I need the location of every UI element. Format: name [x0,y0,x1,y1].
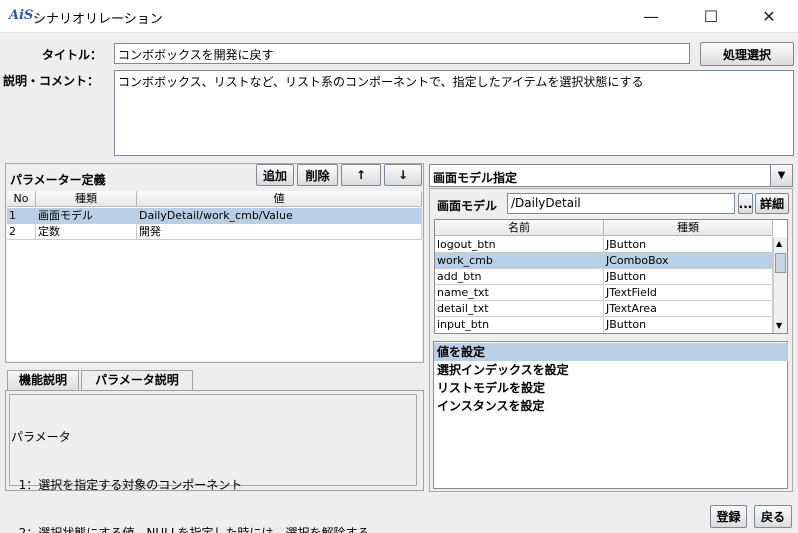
cell-kind: 画面モデル [36,208,137,224]
register-button[interactable]: 登録 [710,505,747,528]
close-icon[interactable]: ✕ [746,0,792,33]
list-item[interactable]: 値を設定 [434,343,788,361]
comment-textarea[interactable]: コンボボックス、リストなど、リスト系のコンポーネントで、指定したアイテムを選択状… [114,70,794,156]
description-line: パラメータ [11,430,71,444]
table-row[interactable]: 1 画面モデル DailyDetail/work_cmb/Value [7,208,422,224]
minimize-icon[interactable]: — [628,0,674,33]
detail-button[interactable]: 詳細 [755,193,789,214]
table-row[interactable]: detail_txt JTextArea [435,301,773,317]
app-logo: AiS [9,8,34,23]
parameter-heading: パラメーター定義 [10,173,106,187]
tab-parameter-description[interactable]: パラメータ説明 [81,370,193,391]
delete-button[interactable]: 削除 [297,164,338,186]
scroll-thumb[interactable] [775,253,786,273]
back-button[interactable]: 戻る [754,505,792,528]
cell-kind: 定数 [36,224,137,240]
cell-value: 開発 [137,224,422,240]
table-row[interactable]: logout_btn JButton [435,237,773,253]
table-row[interactable]: work_cmb JComboBox [435,253,773,269]
column-header-name[interactable]: 名前 [435,220,604,236]
parameter-table: No 種類 値 1 画面モデル DailyDetail/work_cmb/Val… [7,191,422,361]
action-list: 値を設定 選択インデックスを設定 リストモデルを設定 インスタンスを設定 [433,341,788,489]
cell-no: 1 [7,208,36,224]
cell-name: add_btn [435,269,604,285]
move-up-button[interactable]: ↑ [341,164,381,186]
list-item[interactable]: 選択インデックスを設定 [434,361,788,379]
table-row[interactable]: name_txt JTextField [435,285,773,301]
column-header-no[interactable]: No [7,191,36,207]
cell-no: 2 [7,224,36,240]
model-label: 画面モデル [437,199,498,213]
cell-value: DailyDetail/work_cmb/Value [137,208,422,224]
chevron-down-icon[interactable]: ▼ [770,165,792,186]
column-header-type[interactable]: 種類 [604,220,773,236]
move-down-button[interactable]: ↓ [384,164,422,186]
tab-function-description[interactable]: 機能説明 [7,370,79,390]
comment-label: 説明・コメント： [3,74,100,88]
table-row[interactable]: 2 定数 開発 [7,224,422,240]
cell-name: detail_txt [435,301,604,317]
window-title: シナリオリレーション [33,12,163,27]
maximize-icon[interactable]: ☐ [688,0,734,33]
scroll-up-icon[interactable]: ▲ [776,239,782,248]
cell-name: work_cmb [435,253,604,269]
cell-type: JTextField [604,285,773,301]
model-type-dropdown[interactable]: 画面モデル指定 ▼ [429,164,793,187]
model-type-value: 画面モデル指定 [433,171,518,185]
table-row[interactable]: input_btn JButton [435,317,773,333]
cell-name: input_btn [435,317,604,333]
scroll-down-icon[interactable]: ▼ [776,321,782,330]
description-text: パラメータ 1：選択を指定する対象のコンポーネント 2：選択状態にする値。NUL… [9,394,417,533]
cell-type: JButton [604,237,773,253]
add-button[interactable]: 追加 [256,164,294,186]
title-label: タイトル： [42,48,103,62]
cell-type: JComboBox [604,253,773,269]
title-input[interactable]: コンボボックスを開発に戻す [114,43,690,64]
cell-name: logout_btn [435,237,604,253]
cell-type: JButton [604,317,773,333]
cell-type: JTextArea [604,301,773,317]
vertical-scrollbar[interactable]: ▲ ▼ [773,237,787,333]
description-panel: パラメータ 1：選択を指定する対象のコンポーネント 2：選択状態にする値。NUL… [5,390,424,533]
table-row[interactable]: add_btn JButton [435,269,773,285]
list-item[interactable]: インスタンスを設定 [434,397,788,415]
component-table: 名前 種類 logout_btn JButton work_cmb JCombo… [434,219,788,334]
description-line: 1：選択を指定する対象のコンポーネント [11,478,243,492]
process-select-button[interactable]: 処理選択 [700,42,794,66]
model-path-input[interactable]: /DailyDetail [507,193,735,214]
list-item[interactable]: リストモデルを設定 [434,379,788,397]
description-line: 2：選択状態にする値。NULLを指定した時には、選択を解除する。 [11,526,382,533]
column-header-value[interactable]: 値 [137,191,422,207]
column-header-kind[interactable]: 種類 [36,191,137,207]
cell-name: name_txt [435,285,604,301]
cell-type: JButton [604,269,773,285]
browse-button[interactable]: ... [738,193,753,214]
